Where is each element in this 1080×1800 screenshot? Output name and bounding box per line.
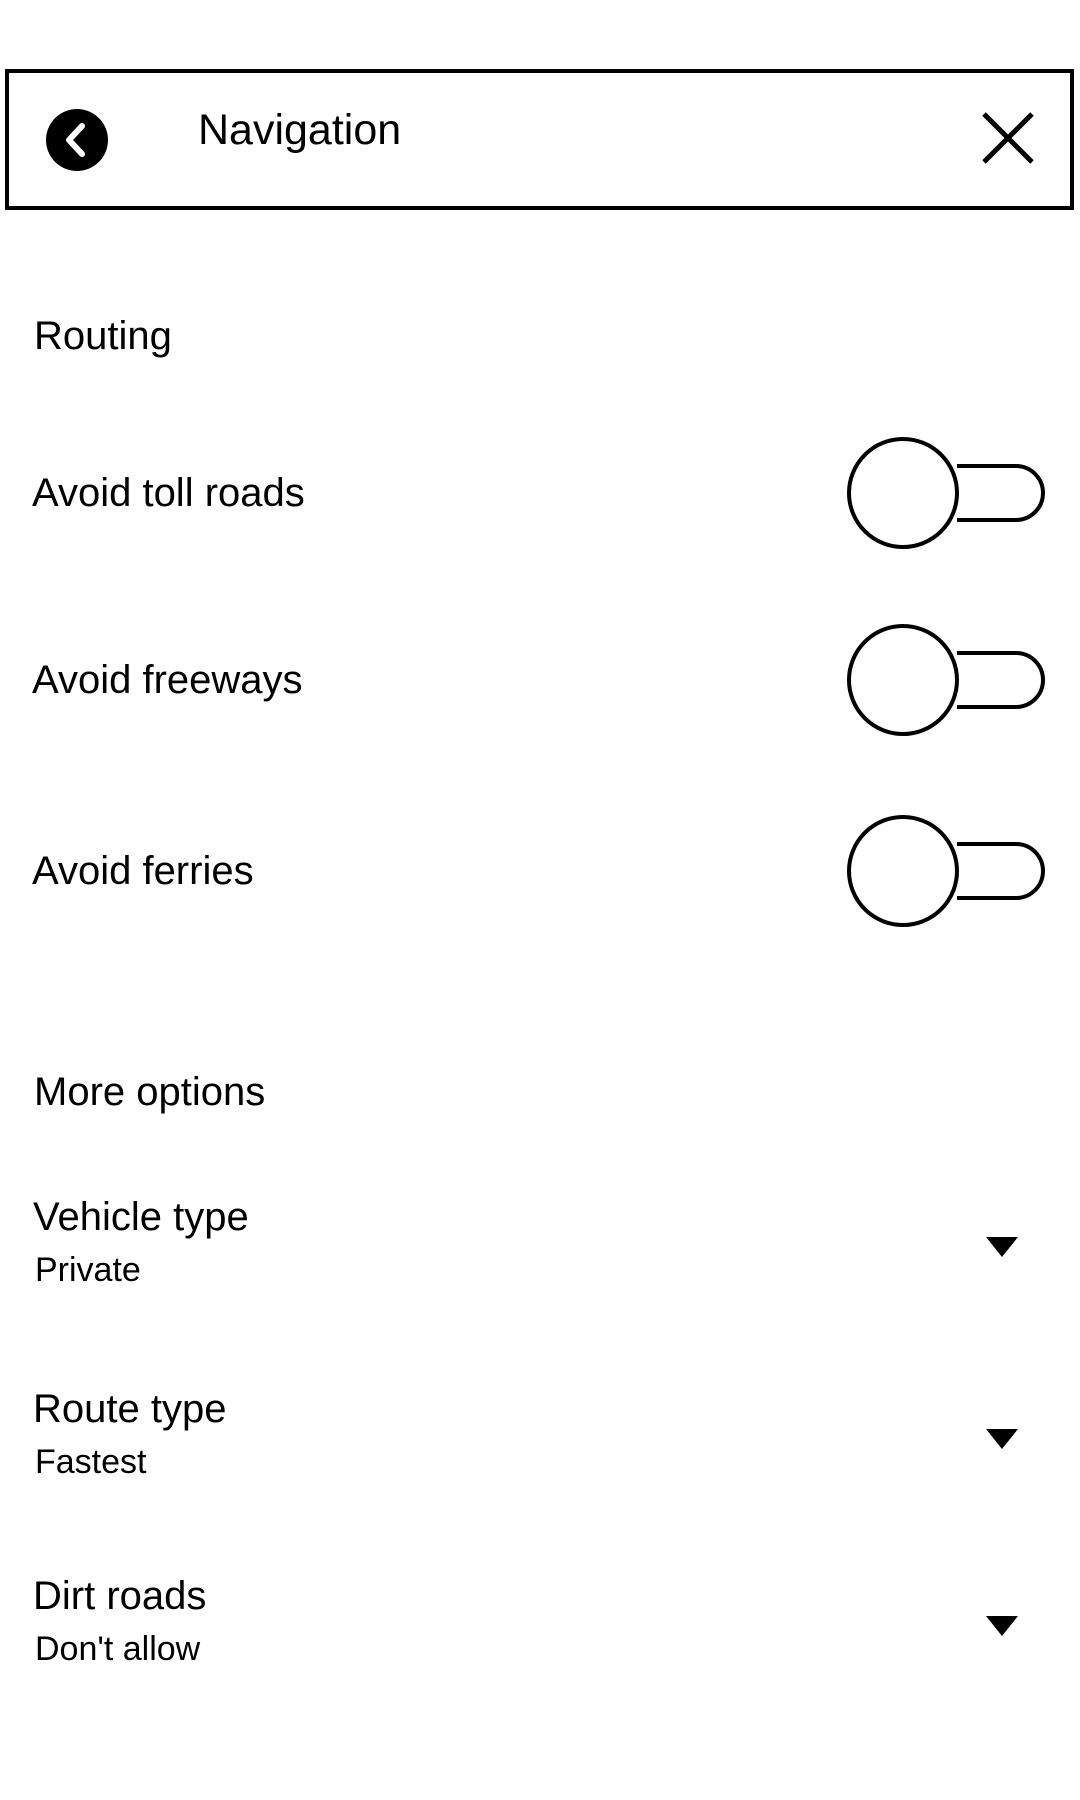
caret-down-icon bbox=[986, 1616, 1018, 1636]
more-options-section-title: More options bbox=[34, 1070, 266, 1114]
switch-thumb bbox=[847, 815, 959, 927]
avoid-toll-roads-switch[interactable] bbox=[847, 437, 1047, 549]
route-type-dropdown[interactable]: Route type Fastest bbox=[0, 1385, 1080, 1505]
vehicle-type-dropdown[interactable]: Vehicle type Private bbox=[0, 1193, 1080, 1313]
dropdown-value: Don't allow bbox=[35, 1630, 201, 1668]
navigation-settings-screen: Navigation Routing Avoid toll roads Avoi… bbox=[0, 0, 1080, 1800]
toggle-label: Avoid ferries bbox=[32, 849, 254, 893]
switch-thumb bbox=[847, 624, 959, 736]
dropdown-label: Route type bbox=[33, 1387, 227, 1431]
toggle-row-avoid-toll-roads[interactable]: Avoid toll roads bbox=[0, 437, 1080, 549]
close-button[interactable] bbox=[980, 110, 1036, 166]
avoid-ferries-switch[interactable] bbox=[847, 815, 1047, 927]
back-button[interactable] bbox=[46, 109, 108, 171]
avoid-freeways-switch[interactable] bbox=[847, 624, 1047, 736]
switch-thumb bbox=[847, 437, 959, 549]
caret-down-icon bbox=[986, 1429, 1018, 1449]
chevron-left-icon bbox=[66, 123, 85, 157]
routing-section-title: Routing bbox=[34, 314, 172, 358]
dropdown-label: Vehicle type bbox=[33, 1195, 249, 1239]
page-title: Navigation bbox=[198, 106, 402, 154]
dirt-roads-dropdown[interactable]: Dirt roads Don't allow bbox=[0, 1572, 1080, 1692]
caret-down-icon bbox=[986, 1237, 1018, 1257]
toggle-row-avoid-ferries[interactable]: Avoid ferries bbox=[0, 815, 1080, 927]
toggle-label: Avoid toll roads bbox=[32, 471, 305, 515]
header-bar: Navigation bbox=[5, 69, 1074, 210]
close-icon bbox=[982, 112, 1034, 164]
dropdown-label: Dirt roads bbox=[33, 1574, 207, 1618]
dropdown-value: Fastest bbox=[35, 1443, 147, 1481]
toggle-label: Avoid freeways bbox=[32, 658, 303, 702]
toggle-row-avoid-freeways[interactable]: Avoid freeways bbox=[0, 624, 1080, 736]
dropdown-value: Private bbox=[35, 1251, 141, 1289]
